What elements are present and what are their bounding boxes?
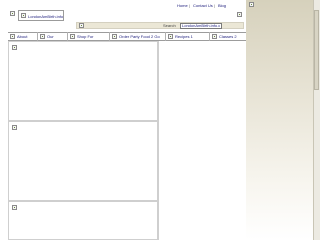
tab-label: Recipes 1 bbox=[175, 34, 193, 39]
broken-image-icon bbox=[112, 34, 117, 39]
contact-us-link[interactable]: Contact Us bbox=[193, 3, 213, 8]
blog-link[interactable]: Blog bbox=[218, 3, 226, 8]
broken-image-icon bbox=[40, 34, 45, 39]
home-link[interactable]: Home bbox=[177, 3, 188, 8]
scrollbar-thumb[interactable] bbox=[314, 10, 319, 90]
broken-image-icon bbox=[12, 125, 17, 130]
tab-our[interactable]: Our bbox=[38, 32, 68, 41]
tab-about[interactable]: About bbox=[8, 32, 38, 41]
broken-image-icon bbox=[168, 34, 173, 39]
tab-label: Order Party Food 2 Go bbox=[119, 34, 160, 39]
broken-image-icon bbox=[249, 2, 254, 7]
broken-image-icon bbox=[12, 45, 17, 50]
broken-image-icon bbox=[12, 205, 17, 210]
search-button-icon[interactable] bbox=[237, 12, 242, 17]
side-gradient-panel bbox=[246, 0, 320, 240]
content-pane-3 bbox=[8, 201, 158, 240]
tab-label: Shop For bbox=[77, 34, 94, 39]
tab-order-party-food[interactable]: Order Party Food 2 Go bbox=[110, 32, 166, 41]
nav-separator: | bbox=[189, 3, 191, 8]
tab-recipes[interactable]: Recipes 1 bbox=[166, 32, 210, 41]
content-pane-1 bbox=[8, 41, 158, 121]
tab-shop-for[interactable]: Shop For bbox=[68, 32, 110, 41]
broken-image-icon bbox=[70, 34, 75, 39]
tab-label: Classes 2 bbox=[219, 34, 237, 39]
broken-image-icon bbox=[212, 34, 217, 39]
broken-image-icon bbox=[79, 23, 84, 28]
broken-image-icon bbox=[21, 13, 26, 18]
logo-alt-text: LondonAmBirth.info bbox=[28, 14, 64, 19]
tab-classes[interactable]: Classes 2 bbox=[210, 32, 246, 41]
nav-separator: | bbox=[214, 3, 216, 8]
tab-label: About bbox=[17, 34, 28, 39]
search-label: Search bbox=[163, 23, 176, 28]
search-input[interactable] bbox=[180, 22, 222, 29]
column-divider bbox=[158, 41, 159, 240]
site-logo[interactable]: LondonAmBirth.info bbox=[18, 10, 64, 21]
content-pane-2 bbox=[8, 121, 158, 201]
broken-image-icon bbox=[10, 11, 15, 16]
tab-label: Our bbox=[47, 34, 54, 39]
broken-image-icon bbox=[10, 34, 15, 39]
